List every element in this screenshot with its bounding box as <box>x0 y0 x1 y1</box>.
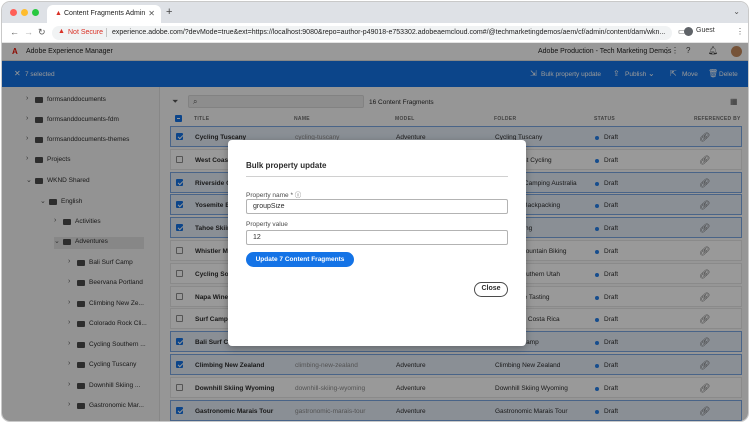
reload-icon[interactable]: ↻ <box>38 27 46 38</box>
property-value-field[interactable] <box>246 230 508 245</box>
maximize-window-button[interactable] <box>32 9 39 16</box>
update-fragments-button[interactable]: Update 7 Content Fragments <box>246 252 354 267</box>
close-window-button[interactable] <box>10 9 17 16</box>
dialog-divider <box>246 176 508 177</box>
dialog-title: Bulk property update <box>246 161 327 170</box>
forward-arrow-icon[interactable]: → <box>24 27 33 37</box>
tab-title: Content Fragments Admin <box>64 10 146 17</box>
tab-search-chevron-icon[interactable]: ⌄ <box>733 7 740 16</box>
tab-close-icon[interactable]: ✕ <box>148 9 155 18</box>
close-button[interactable]: Close <box>474 282 508 297</box>
bulk-property-update-dialog: Bulk property update Property name * ⓘ P… <box>228 140 526 346</box>
property-name-label: Property name * ⓘ <box>246 192 302 199</box>
back-arrow-icon[interactable]: ← <box>10 27 19 37</box>
kebab-menu-icon[interactable]: ⋮ <box>736 27 744 36</box>
browser-window: ▲ Content Fragments Admin ✕ + ⌄ ← → ↻ ▲ … <box>2 2 748 421</box>
warning-icon: ▲ <box>55 10 62 17</box>
profile-icon[interactable] <box>684 27 693 36</box>
new-tab-button[interactable]: + <box>166 6 172 18</box>
browser-tab[interactable]: ▲ Content Fragments Admin ✕ <box>47 5 161 23</box>
url-text: experience.adobe.com/?devMode=true&ext=h… <box>112 29 666 36</box>
browser-toolbar: ← → ↻ ▲ Not Secure experience.adobe.com/… <box>2 23 748 43</box>
tab-strip: ▲ Content Fragments Admin ✕ + ⌄ <box>2 2 748 23</box>
address-separator <box>106 28 107 37</box>
not-secure-icon: ▲ <box>58 28 65 35</box>
property-name-field[interactable] <box>246 199 508 214</box>
minimize-window-button[interactable] <box>21 9 28 16</box>
address-bar[interactable]: ▲ Not Secure experience.adobe.com/?devMo… <box>52 26 672 40</box>
not-secure-label: Not Secure <box>68 29 104 36</box>
profile-label[interactable]: Guest <box>696 27 715 34</box>
property-value-label: Property value <box>246 221 288 228</box>
info-icon: ⓘ <box>294 192 302 199</box>
